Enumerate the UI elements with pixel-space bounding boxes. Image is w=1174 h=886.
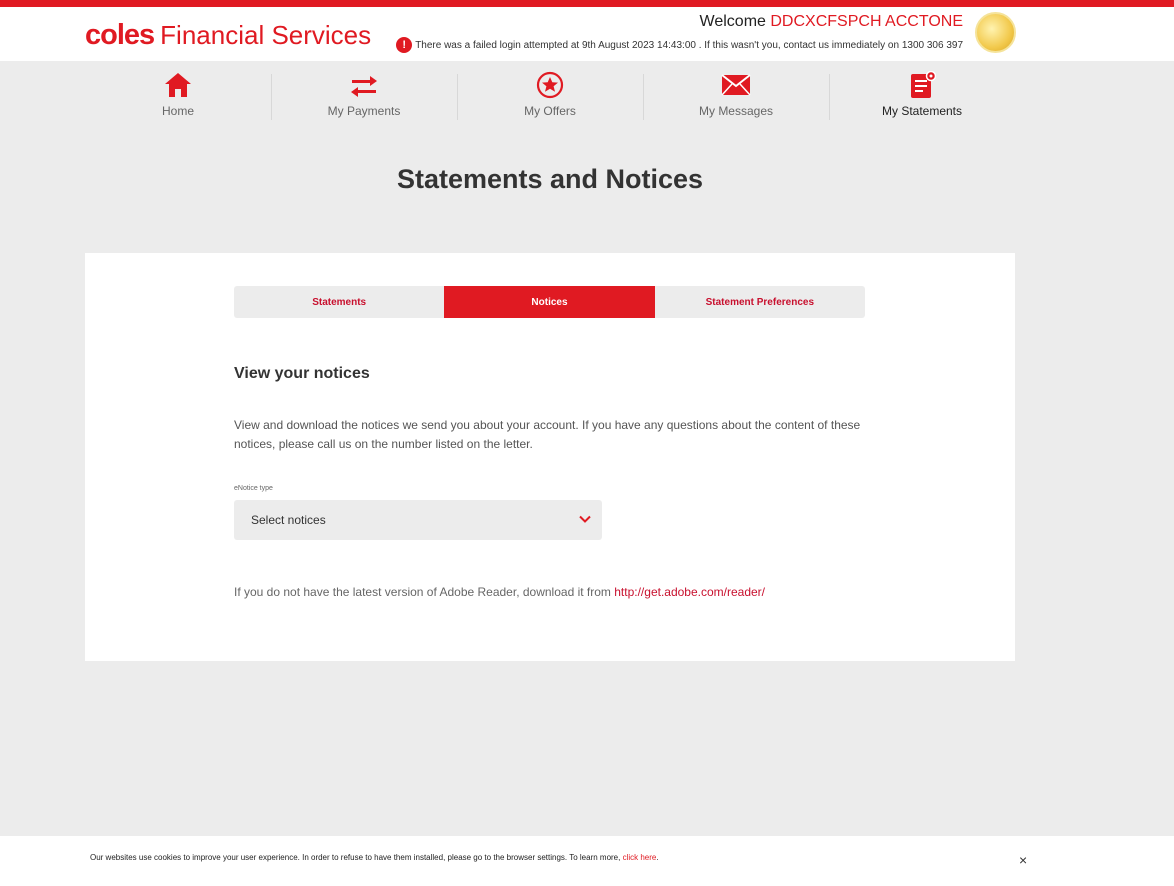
nav-payments[interactable]: My Payments bbox=[271, 70, 457, 122]
nav-home-label: Home bbox=[161, 104, 194, 118]
page-title: Statements and Notices bbox=[396, 164, 704, 194]
alert-text: There was a failed login attempted at 9t… bbox=[415, 39, 963, 51]
username: DDCXCFSPCH ACCTONE bbox=[770, 13, 963, 30]
nav-messages[interactable]: My Messages bbox=[643, 70, 829, 122]
nav-offers-label: My Offers bbox=[524, 104, 576, 118]
statement-tabs: Statements Notices Statement Preferences bbox=[234, 286, 865, 318]
chevron-down-icon bbox=[578, 512, 592, 529]
transfer-arrows-icon bbox=[350, 70, 378, 100]
main-nav: Home My Payments My Offers My Messages M… bbox=[85, 70, 1015, 122]
failed-login-alert: ! There was a failed login attempted at … bbox=[396, 37, 963, 53]
notices-card: Statements Notices Statement Preferences… bbox=[85, 253, 1015, 661]
avatar[interactable] bbox=[975, 12, 1016, 53]
adobe-text: If you do not have the latest version of… bbox=[234, 585, 615, 599]
tab-notices[interactable]: Notices bbox=[444, 286, 655, 318]
adobe-reader-note: If you do not have the latest version of… bbox=[234, 585, 765, 599]
home-icon bbox=[164, 70, 192, 100]
cookie-learn-more-link[interactable]: click here bbox=[623, 853, 657, 862]
exclamation-icon: ! bbox=[396, 37, 413, 53]
adobe-reader-link[interactable]: http://get.adobe.com/reader/ bbox=[614, 585, 765, 599]
cookie-end: . bbox=[656, 853, 659, 862]
nav-offers[interactable]: My Offers bbox=[457, 70, 643, 122]
close-icon[interactable]: × bbox=[1019, 852, 1027, 868]
header: coles Financial Services Welcome DDCXCFSP… bbox=[0, 7, 1174, 61]
envelope-icon bbox=[721, 70, 751, 100]
statement-icon bbox=[908, 70, 936, 100]
nav-home[interactable]: Home bbox=[85, 70, 271, 122]
logo-service: Financial Services bbox=[160, 20, 372, 50]
nav-messages-label: My Messages bbox=[698, 104, 774, 118]
star-icon bbox=[536, 70, 564, 100]
coles-logo[interactable]: coles Financial Services bbox=[85, 19, 371, 52]
logo-brand: coles bbox=[85, 19, 155, 51]
tab-statement-preferences[interactable]: Statement Preferences bbox=[655, 286, 865, 318]
select-value: Select notices bbox=[251, 513, 326, 527]
top-accent-bar bbox=[0, 0, 1174, 7]
cookie-banner: Our websites use cookies to improve your… bbox=[0, 836, 1174, 886]
cookie-message: Our websites use cookies to improve your… bbox=[90, 853, 623, 862]
section-title: View your notices bbox=[234, 365, 370, 382]
enotice-type-label: eNotice type bbox=[234, 485, 273, 492]
cookie-text: Our websites use cookies to improve your… bbox=[90, 853, 659, 862]
notices-description: View and download the notices we send yo… bbox=[234, 418, 861, 451]
nav-statements-label: My Statements bbox=[881, 104, 963, 118]
nav-statements[interactable]: My Statements bbox=[829, 70, 1015, 122]
welcome-message: Welcome DDCXCFSPCH ACCTONE bbox=[700, 13, 963, 31]
tab-statements[interactable]: Statements bbox=[234, 286, 444, 318]
nav-payments-label: My Payments bbox=[327, 104, 401, 118]
enotice-type-select[interactable]: Select notices bbox=[234, 500, 602, 540]
welcome-label: Welcome bbox=[699, 13, 766, 30]
